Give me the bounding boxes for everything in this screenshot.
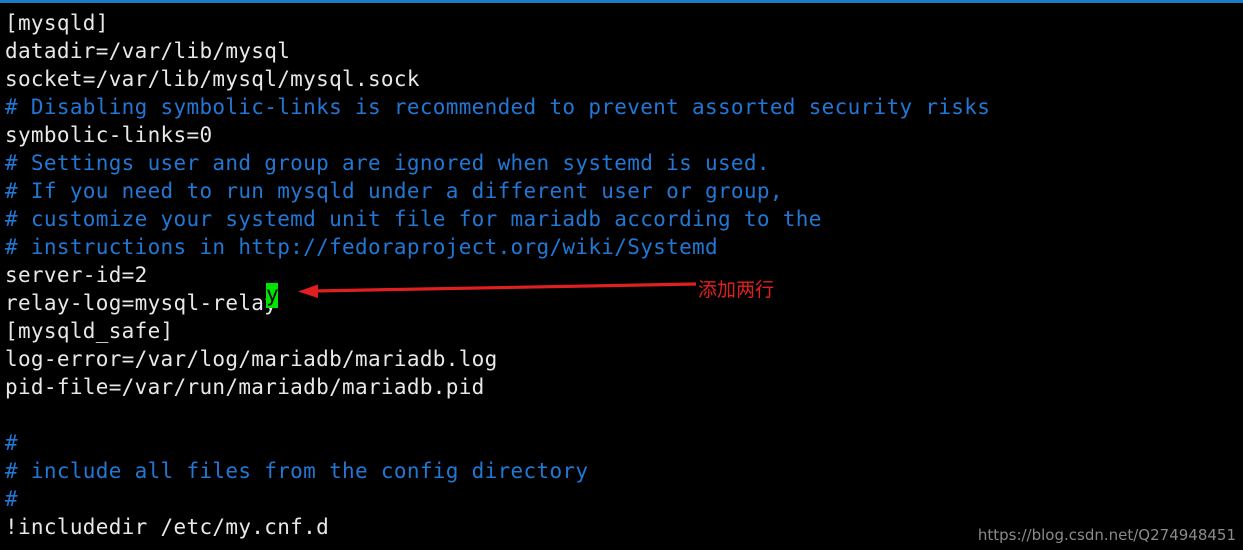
text-line: log-error=/var/log/mariadb/mariadb.log (5, 347, 498, 371)
text-line: # customize your systemd unit file for m… (5, 207, 822, 231)
text-line: # If you need to run mysqld under a diff… (5, 179, 783, 203)
text-line: # instructions in http://fedoraproject.o… (5, 235, 718, 259)
text-cursor-character: y (266, 282, 279, 306)
text-line: # Disabling symbolic-links is recommende… (5, 95, 991, 119)
text-line: datadir=/var/lib/mysql (5, 39, 291, 63)
text-line: server-id=2 (5, 263, 148, 287)
text-line: !includedir /etc/my.cnf.d (5, 515, 330, 539)
annotation-arrow-icon (298, 282, 697, 298)
text-line: [mysqld_safe] (5, 319, 174, 343)
text-line: pid-file=/var/run/mariadb/mariadb.pid (5, 375, 485, 399)
terminal-window: [mysqld] datadir=/var/lib/mysql socket=/… (0, 0, 1243, 550)
text-line: [mysqld] (5, 11, 109, 35)
watermark: https://blog.csdn.net/Q274948451 (977, 526, 1236, 544)
text-line-cursor: relay-log=mysql-relay (5, 291, 278, 315)
text-line: # (5, 487, 18, 511)
text-line: # (5, 431, 18, 455)
text-line: symbolic-links=0 (5, 123, 213, 147)
text-line: # include all files from the config dire… (5, 459, 589, 483)
text-line: socket=/var/lib/mysql/mysql.sock (5, 67, 420, 91)
text-line: # Settings user and group are ignored wh… (5, 151, 770, 175)
annotation-label: 添加两行 (698, 279, 775, 301)
